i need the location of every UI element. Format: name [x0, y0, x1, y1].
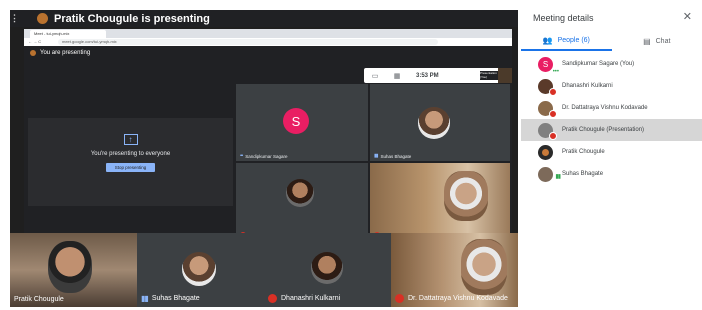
browser-address-bar: ← → C meet.google.com/tui-ymqh-mix: [24, 38, 512, 46]
participant-photo: [418, 107, 450, 139]
tile-sandipkumar: S ••• Sandipkumar Sagare: [236, 84, 368, 161]
url-field[interactable]: meet.google.com/tui-ymqh-mix: [58, 39, 438, 45]
speaking-icon: ▮▮: [555, 173, 561, 180]
presenting-text: Pratik Chougule is presenting: [54, 12, 210, 25]
tile-dhanashri: Dhanashri Kulkarni: [236, 163, 368, 240]
meeting-details-panel: Meeting details ✕ 👥 People (6) ▤ Chat S •…: [521, 0, 702, 310]
list-item[interactable]: Dhanashri Kulkarni: [521, 75, 702, 97]
tile-suhas: ▮▮ Suhas Bhagate: [370, 84, 510, 161]
filmstrip-pratik: Pratik Chougule: [10, 233, 137, 307]
filmstrip-label: Dhanashri Kulkarni: [268, 294, 340, 303]
participant-photo: [286, 179, 314, 207]
meet-stage: ⋮ Pratik Chougule is presenting Meet - t…: [10, 10, 518, 307]
mic-off-icon: [549, 109, 557, 118]
close-icon[interactable]: ✕: [683, 10, 692, 23]
filmstrip-dattatraya: Dr. Dattatraya Vishnu Kodavade: [391, 233, 518, 307]
avatar: [538, 100, 557, 118]
list-item[interactable]: ▮▮ Suhas Bhagate: [521, 163, 702, 185]
presenting-banner: ⋮ Pratik Chougule is presenting: [10, 10, 518, 27]
tab-people[interactable]: 👥 People (6): [521, 31, 612, 51]
avatar: [538, 122, 557, 140]
list-item[interactable]: S ••• Sandipkumar Sagare (You): [521, 53, 702, 75]
mic-off-icon: [549, 87, 557, 96]
filmstrip-label: ▮▮ Suhas Bhagate: [141, 294, 200, 303]
list-item[interactable]: Pratik Chougule (Presentation): [521, 119, 702, 141]
presenting-to-everyone: You're presenting to everyone: [90, 151, 171, 157]
audio-icon: •••: [240, 153, 243, 159]
inner-time: 3:53 PM: [416, 72, 439, 79]
presentation-thumb: [498, 68, 512, 83]
mic-off-icon: [395, 294, 404, 303]
speaking-icon: ▮▮: [141, 294, 149, 303]
you-presenting-bar: You are presenting: [30, 50, 90, 56]
grid-icon[interactable]: ▦: [386, 72, 408, 80]
you-presenting-text: You are presenting: [40, 50, 91, 56]
panel-tabs: 👥 People (6) ▤ Chat: [521, 31, 702, 51]
avatar: ▮▮: [538, 166, 561, 182]
participant-video: [48, 241, 92, 293]
presenter-avatar: [37, 13, 48, 24]
tile-label: ▮▮ Suhas Bhagate: [374, 153, 412, 159]
chat-icon: ▤: [643, 36, 651, 46]
stop-presenting-button[interactable]: Stop presenting: [105, 163, 156, 172]
participant-photo: [311, 252, 343, 284]
participant-video: [444, 171, 488, 221]
mic-off-icon: [268, 294, 277, 303]
avatar: [538, 78, 557, 96]
browser-tabstrip: Meet - tui-ymqh-mix: [24, 29, 512, 38]
list-item[interactable]: Pratik Chougule: [521, 141, 702, 163]
people-list: S ••• Sandipkumar Sagare (You) Dhanashri …: [521, 53, 702, 185]
inner-meet-view: You are presenting ▭ ▦ 3:53 PM Presentat…: [24, 46, 512, 241]
filmstrip-suhas: ▮▮ Suhas Bhagate: [137, 233, 264, 307]
participant-photo: [182, 252, 216, 286]
speaking-icon: ▮▮: [374, 153, 378, 159]
more-icon: •••: [552, 68, 559, 75]
avatar: S: [283, 108, 309, 134]
tile-label: ••• Sandipkumar Sagare: [240, 153, 288, 159]
mic-off-icon: [549, 131, 557, 140]
present-screen-icon: ↑: [123, 134, 138, 145]
people-icon: 👥: [542, 35, 553, 45]
self-avatar: [30, 50, 36, 56]
filmstrip-label: Dr. Dattatraya Vishnu Kodavade: [395, 294, 508, 303]
captions-icon[interactable]: ▭: [364, 72, 386, 80]
tab-chat[interactable]: ▤ Chat: [612, 31, 702, 51]
browser-tab[interactable]: Meet - tui-ymqh-mix: [30, 30, 106, 38]
avatar: S •••: [538, 56, 559, 75]
tile-dattatraya: Dr. Dattatraya Vishnu Kodavade: [370, 163, 510, 240]
presentation-thumb-label: Presentation (You): [480, 71, 498, 80]
more-icon[interactable]: ⋮: [10, 13, 19, 24]
shared-screen: Meet - tui-ymqh-mix ← → C meet.google.co…: [10, 27, 518, 249]
participant-video: [461, 239, 507, 295]
inner-top-card: ▭ ▦ 3:53 PM Presentation (You): [364, 68, 512, 83]
filmstrip-label: Pratik Chougule: [14, 296, 64, 303]
nav-arrows-icon[interactable]: ← → C: [28, 39, 41, 44]
filmstrip-dhanashri: Dhanashri Kulkarni: [264, 233, 391, 307]
panel-title: Meeting details: [533, 13, 594, 23]
list-item[interactable]: Dr. Dattatraya Vishnu Kodavade: [521, 97, 702, 119]
presenting-notice: ↑ You're presenting to everyone Stop pre…: [28, 118, 233, 206]
screenshot-root: ⋮ Pratik Chougule is presenting Meet - t…: [0, 0, 702, 310]
avatar: [538, 144, 553, 160]
